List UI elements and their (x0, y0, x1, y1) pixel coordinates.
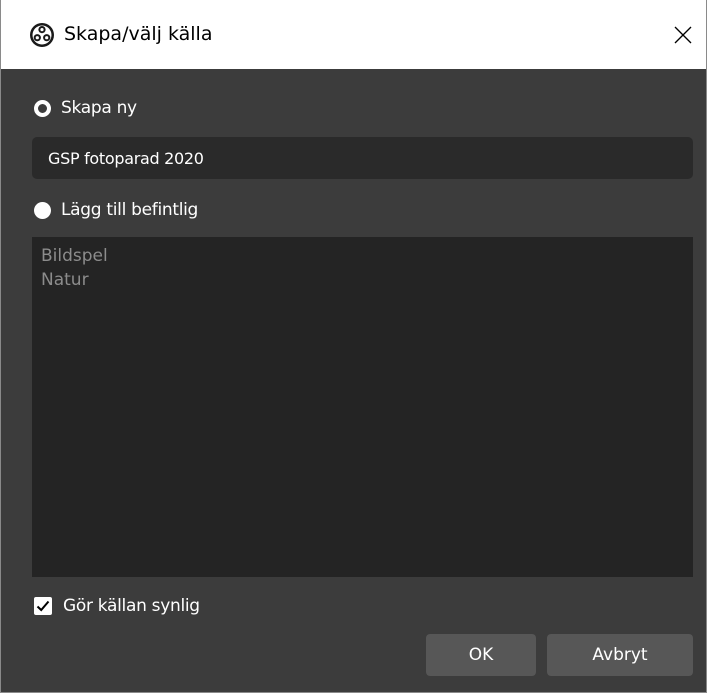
create-new-radio-option[interactable]: Skapa ny (34, 96, 137, 120)
close-button[interactable] (660, 0, 706, 69)
dialog-body: Skapa ny Lägg till befintlig Bildspel Na… (1, 69, 706, 692)
add-existing-radio[interactable] (34, 201, 51, 219)
existing-sources-list[interactable]: Bildspel Natur (32, 237, 693, 577)
make-visible-checkbox[interactable] (34, 597, 52, 615)
source-name-input[interactable] (32, 137, 693, 179)
checkmark-icon (36, 600, 50, 612)
make-visible-label: Gör källan synlig (63, 596, 200, 616)
list-item-bildspel[interactable]: Bildspel (32, 244, 693, 268)
add-existing-label: Lägg till befintlig (61, 200, 199, 220)
obs-logo-icon (30, 23, 54, 47)
ok-button[interactable]: OK (426, 634, 536, 676)
title-bar[interactable]: Skapa/välj källa (1, 0, 706, 69)
create-new-label: Skapa ny (61, 98, 137, 118)
window-title: Skapa/välj källa (64, 23, 213, 45)
create-new-radio[interactable] (34, 99, 51, 117)
close-icon (674, 26, 692, 43)
cancel-button[interactable]: Avbryt (547, 634, 693, 676)
add-existing-radio-option[interactable]: Lägg till befintlig (34, 198, 198, 222)
create-select-source-dialog: Skapa/välj källa Skapa ny Lägg till befi… (0, 0, 707, 693)
list-item-natur[interactable]: Natur (32, 268, 693, 292)
make-visible-option[interactable]: Gör källan synlig (34, 594, 200, 618)
